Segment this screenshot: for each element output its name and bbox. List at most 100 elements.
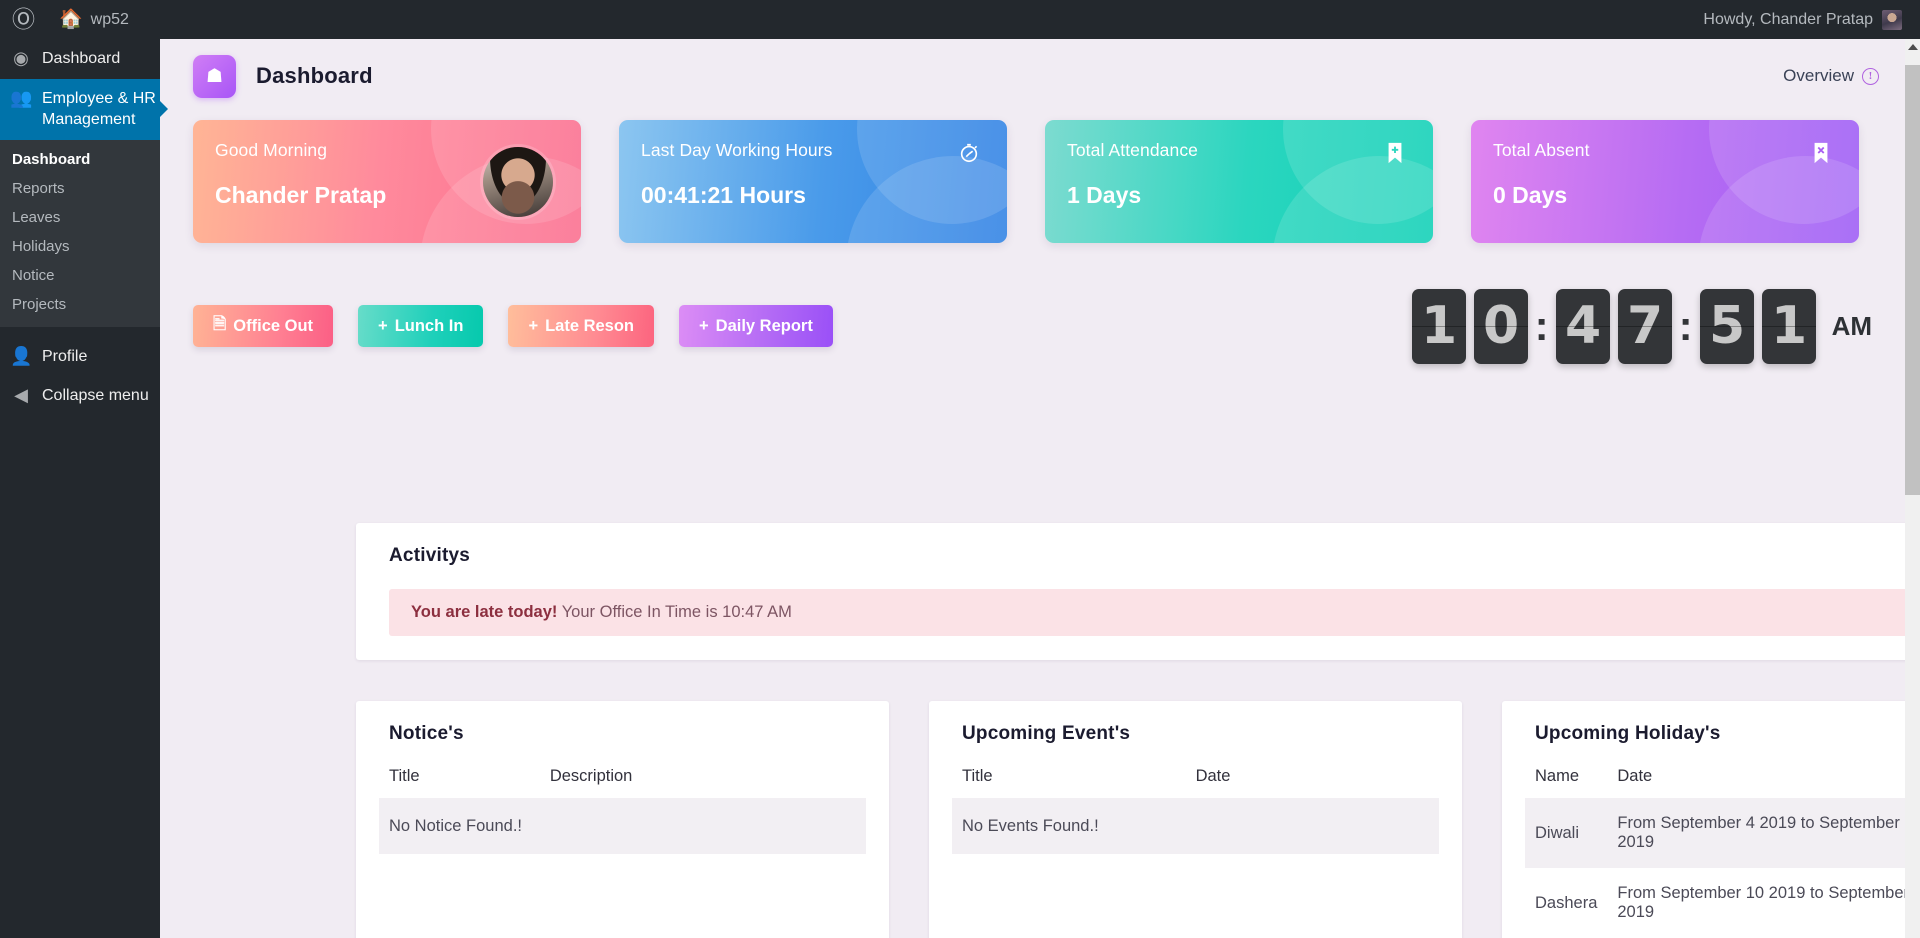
sidebar-item-profile[interactable]: 👤 Profile bbox=[0, 337, 160, 377]
clock-separator: : bbox=[1534, 302, 1549, 349]
table-header-row: Name Date Days bbox=[1525, 759, 1920, 798]
vertical-scrollbar[interactable] bbox=[1905, 39, 1920, 938]
dashboard-gauge-icon: ◉ bbox=[13, 48, 29, 68]
admin-sidebar: ◉ Dashboard 👥 Employee & HR Management D… bbox=[0, 39, 168, 938]
sidebar-subitem-holidays[interactable]: Holidays bbox=[0, 232, 160, 261]
alert-strong-text: You are late today! bbox=[411, 603, 558, 621]
bookmark-x-icon bbox=[1809, 141, 1833, 165]
table-row: Diwali From September 4 2019 to Septembe… bbox=[1525, 798, 1920, 868]
group-users-icon: 👥 bbox=[10, 87, 33, 108]
events-table: Title Date No Events Found.! bbox=[952, 759, 1439, 854]
button-label: Late Reson bbox=[545, 316, 635, 335]
card-label: Last Day Working Hours bbox=[641, 140, 833, 160]
sidebar-item-employee-hr-management[interactable]: 👥 Employee & HR Management bbox=[0, 78, 168, 140]
user-icon: 👤 bbox=[10, 345, 33, 366]
sidebar-item-label: Employee & HR Management bbox=[42, 89, 156, 129]
daily-report-button[interactable]: + Daily Report bbox=[679, 305, 833, 347]
sidebar-subitem-reports[interactable]: Reports bbox=[0, 174, 160, 203]
avatar bbox=[1882, 9, 1902, 30]
sidebar-item-collapse-menu[interactable]: ◀ Collapse menu bbox=[0, 376, 160, 416]
card-total-absent: Total Absent 0 Days bbox=[1471, 120, 1859, 243]
holiday-date: From September 4 2019 to September 5 201… bbox=[1617, 814, 1914, 851]
page-header: ☗ Dashboard Overview ! bbox=[160, 39, 1905, 101]
clock-separator: : bbox=[1678, 302, 1693, 349]
notices-table: Title Description No Notice Found.! bbox=[379, 759, 866, 854]
office-out-button[interactable]: 🗎 Office Out bbox=[193, 305, 334, 347]
sidebar-subitem-projects[interactable]: Projects bbox=[0, 290, 160, 319]
home-icon: ☗ bbox=[193, 54, 236, 98]
holidays-panel: Upcoming Holiday's Name Date Days Diwali… bbox=[1502, 701, 1920, 938]
stat-cards: Good Morning Chander Pratap Last Day Wor… bbox=[160, 101, 1905, 243]
card-label: Total Absent bbox=[1493, 140, 1590, 160]
clock-digit-second-ones: 1 bbox=[1761, 288, 1816, 364]
holidays-table: Name Date Days Diwali From September 4 2… bbox=[1525, 759, 1920, 938]
sidebar-submenu: Dashboard Reports Leaves Holidays Notice… bbox=[0, 139, 160, 327]
action-row: 🗎 Office Out + Lunch In + Late Reson + D… bbox=[160, 243, 1905, 373]
holidays-table-wrap: Name Date Days Diwali From September 4 2… bbox=[1502, 759, 1920, 938]
panel-title: Upcoming Event's bbox=[962, 723, 1131, 744]
sidebar-subitem-notice[interactable]: Notice bbox=[0, 261, 160, 290]
holiday-date: From September 10 2019 to September 12 2… bbox=[1617, 884, 1920, 921]
page-title: Dashboard bbox=[256, 63, 373, 88]
card-value: 0 Days bbox=[1493, 182, 1568, 208]
site-name-menu[interactable]: 🏠 wp52 bbox=[47, 0, 141, 39]
plus-icon: + bbox=[699, 316, 709, 335]
notices-table-wrap: Title Description No Notice Found.! bbox=[356, 759, 889, 854]
alert-text: Your Office In Time is 10:47 AM bbox=[557, 603, 792, 621]
holiday-name: Diwali bbox=[1535, 823, 1580, 842]
sidebar-item-dashboard[interactable]: ◉ Dashboard bbox=[0, 39, 160, 79]
table-header-row: Title Date bbox=[952, 759, 1439, 798]
late-alert: You are late today! Your Office In Time … bbox=[389, 589, 1920, 636]
flip-clock: 1 0 : 4 7 : 5 1 AM bbox=[1408, 288, 1872, 364]
scrollbar-thumb[interactable] bbox=[1905, 65, 1920, 495]
events-panel: Upcoming Event's Title Date No Events Fo… bbox=[929, 701, 1462, 938]
lunch-in-button[interactable]: + Lunch In bbox=[358, 305, 484, 347]
clock-digit-hour-ones: 0 bbox=[1473, 288, 1528, 364]
plus-icon: + bbox=[528, 316, 539, 335]
overview-label: Overview bbox=[1783, 66, 1854, 85]
clock-digit-minute-tens: 4 bbox=[1555, 288, 1610, 364]
wp-logo-menu[interactable]: Ⓞ bbox=[0, 0, 47, 39]
sidebar-subitem-leaves[interactable]: Leaves bbox=[0, 203, 160, 232]
plus-icon: + bbox=[378, 316, 388, 335]
wp-admin-bar: Ⓞ 🏠 wp52 Howdy, Chander Pratap bbox=[0, 0, 1920, 39]
wordpress-logo-icon: Ⓞ bbox=[12, 6, 35, 32]
sidebar-item-label: Collapse menu bbox=[42, 387, 149, 405]
notices-panel: Notice's Title Description No Notice Fou… bbox=[356, 701, 889, 938]
button-label: Daily Report bbox=[715, 316, 813, 335]
clock-meridiem: AM bbox=[1831, 310, 1872, 341]
info-circle-icon: ! bbox=[1862, 67, 1879, 85]
panel-title: Notice's bbox=[389, 723, 464, 744]
overview-toggle[interactable]: Overview ! bbox=[1783, 66, 1879, 86]
howdy-label: Howdy, Chander Pratap bbox=[1703, 10, 1873, 28]
main-content: ☗ Dashboard Overview ! Good Morning Chan… bbox=[160, 39, 1920, 938]
card-value: 1 Days bbox=[1067, 182, 1142, 208]
card-value: 00:41:21 Hours bbox=[641, 182, 806, 208]
table-header-row: Title Description bbox=[379, 759, 866, 798]
column-header-title: Title bbox=[962, 767, 993, 785]
column-header-date: Date bbox=[1195, 767, 1231, 785]
holiday-name: Dashera bbox=[1535, 893, 1598, 912]
column-header-title: Title bbox=[389, 767, 420, 785]
site-name-label: wp52 bbox=[90, 10, 129, 28]
late-reason-button[interactable]: + Late Reson bbox=[508, 305, 655, 347]
button-label: Lunch In bbox=[394, 316, 464, 335]
column-header-name: Name bbox=[1535, 767, 1580, 785]
sidebar-subitem-dashboard[interactable]: Dashboard bbox=[0, 145, 160, 174]
card-label: Total Attendance bbox=[1067, 140, 1199, 160]
table-row: Dashera From September 10 2019 to Septem… bbox=[1525, 868, 1920, 938]
home-icon: 🏠 bbox=[59, 9, 83, 30]
bottom-panels: Notice's Title Description No Notice Fou… bbox=[356, 701, 1920, 938]
sidebar-divider bbox=[0, 326, 160, 337]
column-header-date: Date bbox=[1617, 767, 1653, 785]
sidebar-item-label: Dashboard bbox=[42, 50, 121, 67]
collapse-arrow-icon: ◀ bbox=[14, 385, 28, 406]
card-last-day-working-hours: Last Day Working Hours 00:41:21 Hours bbox=[619, 120, 1007, 243]
clock-digit-minute-ones: 7 bbox=[1617, 288, 1672, 364]
account-menu[interactable]: Howdy, Chander Pratap bbox=[1703, 9, 1920, 30]
empty-state-text: No Notice Found.! bbox=[389, 816, 522, 835]
table-row: No Events Found.! bbox=[952, 798, 1439, 854]
scroll-up-arrow-icon[interactable] bbox=[1907, 44, 1918, 50]
button-label: Office Out bbox=[233, 316, 314, 335]
table-row: No Notice Found.! bbox=[379, 798, 866, 854]
